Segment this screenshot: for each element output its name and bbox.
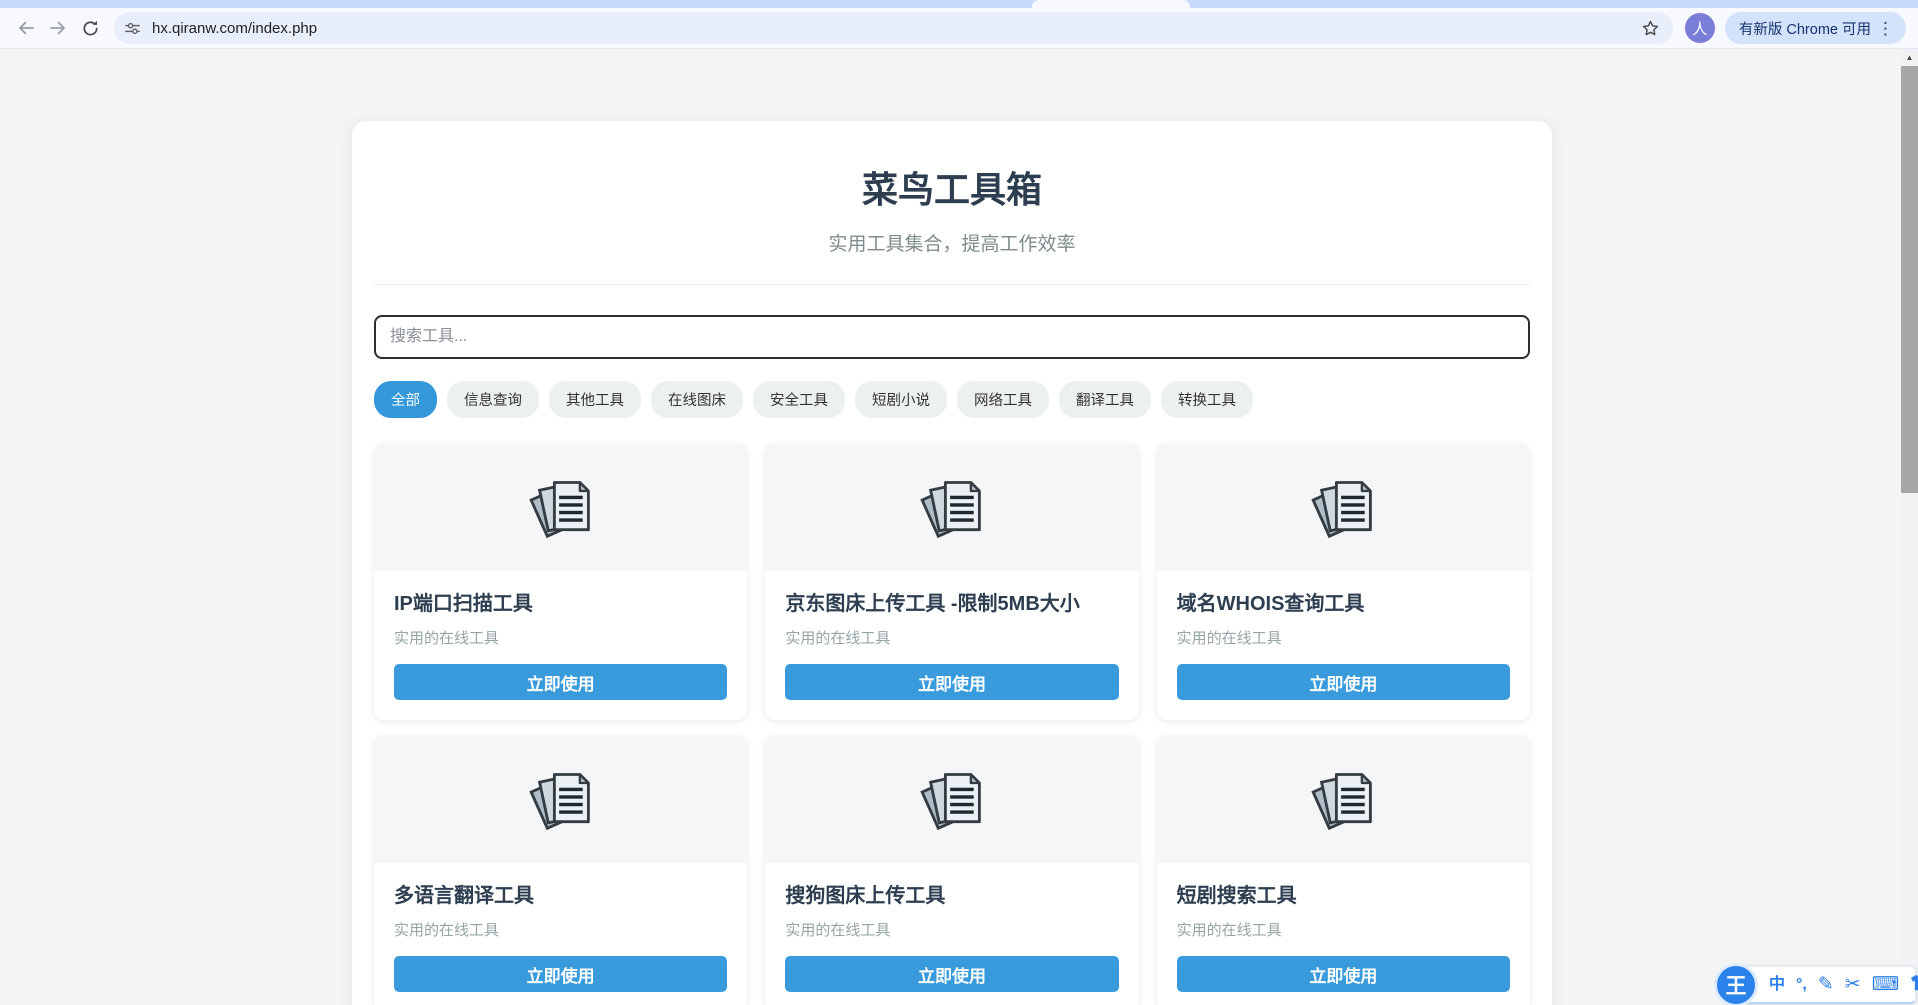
main-container: 菜鸟工具箱 实用工具集合，提高工作效率 全部 信息查询 其他工具 在线图床 安全… bbox=[352, 121, 1552, 1005]
tag-image-hosting[interactable]: 在线图床 bbox=[651, 381, 743, 418]
url-text[interactable]: hx.qiranw.com/index.php bbox=[152, 20, 317, 37]
page-subtitle: 实用工具集合，提高工作效率 bbox=[374, 229, 1530, 256]
avatar-glyph: 人 bbox=[1692, 18, 1707, 39]
card-icon-area bbox=[765, 736, 1138, 863]
card-body: 短剧搜索工具 实用的在线工具 立即使用 bbox=[1157, 863, 1530, 1005]
card-title: 搜狗图床上传工具 bbox=[785, 879, 1118, 908]
tool-card[interactable]: 短剧搜索工具 实用的在线工具 立即使用 bbox=[1157, 736, 1530, 1005]
ime-logo[interactable]: 王 bbox=[1714, 963, 1758, 1005]
tool-card[interactable]: 搜狗图床上传工具 实用的在线工具 立即使用 bbox=[765, 736, 1138, 1005]
chrome-update-button[interactable]: 有新版 Chrome 可用 ⋮ bbox=[1725, 12, 1906, 44]
tool-card[interactable]: 多语言翻译工具 实用的在线工具 立即使用 bbox=[374, 736, 747, 1005]
forward-arrow-icon bbox=[48, 18, 68, 38]
use-now-button[interactable]: 立即使用 bbox=[785, 956, 1118, 992]
profile-avatar[interactable]: 人 bbox=[1685, 13, 1715, 43]
card-description: 实用的在线工具 bbox=[394, 627, 727, 648]
browser-chrome: hx.qiranw.com/index.php 人 有新版 Chrome 可用 … bbox=[0, 0, 1918, 49]
document-stack-icon bbox=[1309, 474, 1377, 542]
browser-menu-icon[interactable]: ⋮ bbox=[1871, 20, 1900, 37]
card-title: IP端口扫描工具 bbox=[394, 587, 727, 616]
document-stack-icon bbox=[527, 766, 595, 834]
card-body: 多语言翻译工具 实用的在线工具 立即使用 bbox=[374, 863, 747, 1005]
back-arrow-icon bbox=[16, 18, 36, 38]
tool-card[interactable]: 域名WHOIS查询工具 实用的在线工具 立即使用 bbox=[1157, 444, 1530, 720]
card-body: IP端口扫描工具 实用的在线工具 立即使用 bbox=[374, 571, 747, 720]
ime-scissors-icon[interactable]: ✂ bbox=[1845, 975, 1861, 994]
page-scrollbar[interactable]: ▲ bbox=[1901, 49, 1918, 1005]
use-now-button[interactable]: 立即使用 bbox=[394, 956, 727, 992]
scrollbar-up-arrow[interactable]: ▲ bbox=[1901, 49, 1918, 66]
card-icon-area bbox=[1157, 444, 1530, 571]
tag-convert-tools[interactable]: 转换工具 bbox=[1161, 381, 1253, 418]
back-button[interactable] bbox=[10, 12, 42, 44]
forward-button[interactable] bbox=[42, 12, 74, 44]
ime-punctuation-icon[interactable]: °, bbox=[1796, 977, 1807, 993]
search-input[interactable] bbox=[374, 315, 1530, 359]
page-title: 菜鸟工具箱 bbox=[374, 161, 1530, 213]
document-stack-icon bbox=[1309, 766, 1377, 834]
tool-card-grid: IP端口扫描工具 实用的在线工具 立即使用 京东图床上传工 bbox=[374, 444, 1530, 1005]
card-icon-area bbox=[1157, 736, 1530, 863]
ime-pen-icon[interactable]: ✎ bbox=[1818, 975, 1834, 994]
reload-button[interactable] bbox=[74, 12, 106, 44]
ime-chinese-mode-icon[interactable]: 中 bbox=[1769, 977, 1785, 993]
tag-info-query[interactable]: 信息查询 bbox=[447, 381, 539, 418]
ime-logo-glyph: 王 bbox=[1726, 970, 1747, 1000]
card-title: 域名WHOIS查询工具 bbox=[1177, 587, 1510, 616]
card-icon-area bbox=[374, 444, 747, 571]
page-viewport: 菜鸟工具箱 实用工具集合，提高工作效率 全部 信息查询 其他工具 在线图床 安全… bbox=[0, 49, 1918, 1005]
card-icon-area bbox=[374, 736, 747, 863]
active-tab-top[interactable] bbox=[1032, 0, 1190, 8]
card-description: 实用的在线工具 bbox=[1177, 627, 1510, 648]
use-now-button[interactable]: 立即使用 bbox=[1177, 664, 1510, 700]
card-title: 短剧搜索工具 bbox=[1177, 879, 1510, 908]
card-description: 实用的在线工具 bbox=[785, 919, 1118, 940]
card-title: 京东图床上传工具 -限制5MB大小 bbox=[785, 587, 1118, 616]
header-divider bbox=[374, 284, 1530, 285]
card-description: 实用的在线工具 bbox=[785, 627, 1118, 648]
card-body: 搜狗图床上传工具 实用的在线工具 立即使用 bbox=[765, 863, 1138, 1005]
site-info-tune-icon bbox=[124, 20, 141, 37]
use-now-button[interactable]: 立即使用 bbox=[1177, 956, 1510, 992]
scrollbar-thumb[interactable] bbox=[1901, 66, 1918, 493]
tag-network-tools[interactable]: 网络工具 bbox=[957, 381, 1049, 418]
chrome-update-label: 有新版 Chrome 可用 bbox=[1739, 18, 1871, 39]
ime-skin-shirt-icon[interactable] bbox=[1910, 974, 1918, 995]
tag-all[interactable]: 全部 bbox=[374, 381, 437, 418]
tag-short-drama[interactable]: 短剧小说 bbox=[855, 381, 947, 418]
card-body: 域名WHOIS查询工具 实用的在线工具 立即使用 bbox=[1157, 571, 1530, 720]
ime-keyboard-icon[interactable]: ⌨ bbox=[1872, 975, 1899, 994]
bookmark-star-button[interactable] bbox=[1637, 14, 1665, 42]
star-icon bbox=[1641, 19, 1660, 38]
reload-icon bbox=[81, 19, 100, 38]
use-now-button[interactable]: 立即使用 bbox=[785, 664, 1118, 700]
shirt-glyph bbox=[1910, 974, 1918, 991]
document-stack-icon bbox=[527, 474, 595, 542]
category-filter-bar: 全部 信息查询 其他工具 在线图床 安全工具 短剧小说 网络工具 翻译工具 转换… bbox=[374, 381, 1530, 418]
browser-toolbar: hx.qiranw.com/index.php 人 有新版 Chrome 可用 … bbox=[0, 8, 1918, 49]
use-now-button[interactable]: 立即使用 bbox=[394, 664, 727, 700]
ime-bar: 中 °, ✎ ✂ ⌨ ⚙ bbox=[1734, 966, 1916, 1004]
card-description: 实用的在线工具 bbox=[394, 919, 727, 940]
tool-card[interactable]: IP端口扫描工具 实用的在线工具 立即使用 bbox=[374, 444, 747, 720]
address-bar[interactable]: hx.qiranw.com/index.php bbox=[114, 12, 1673, 44]
site-info-button[interactable] bbox=[118, 14, 146, 42]
ime-toolbar: 中 °, ✎ ✂ ⌨ ⚙ 王 bbox=[1714, 963, 1916, 1005]
card-body: 京东图床上传工具 -限制5MB大小 实用的在线工具 立即使用 bbox=[765, 571, 1138, 720]
document-stack-icon bbox=[918, 766, 986, 834]
tag-other-tools[interactable]: 其他工具 bbox=[549, 381, 641, 418]
tag-translate-tools[interactable]: 翻译工具 bbox=[1059, 381, 1151, 418]
tab-strip bbox=[0, 0, 1918, 8]
document-stack-icon bbox=[918, 474, 986, 542]
card-description: 实用的在线工具 bbox=[1177, 919, 1510, 940]
card-title: 多语言翻译工具 bbox=[394, 879, 727, 908]
tool-card[interactable]: 京东图床上传工具 -限制5MB大小 实用的在线工具 立即使用 bbox=[765, 444, 1138, 720]
card-icon-area bbox=[765, 444, 1138, 571]
tag-security-tools[interactable]: 安全工具 bbox=[753, 381, 845, 418]
